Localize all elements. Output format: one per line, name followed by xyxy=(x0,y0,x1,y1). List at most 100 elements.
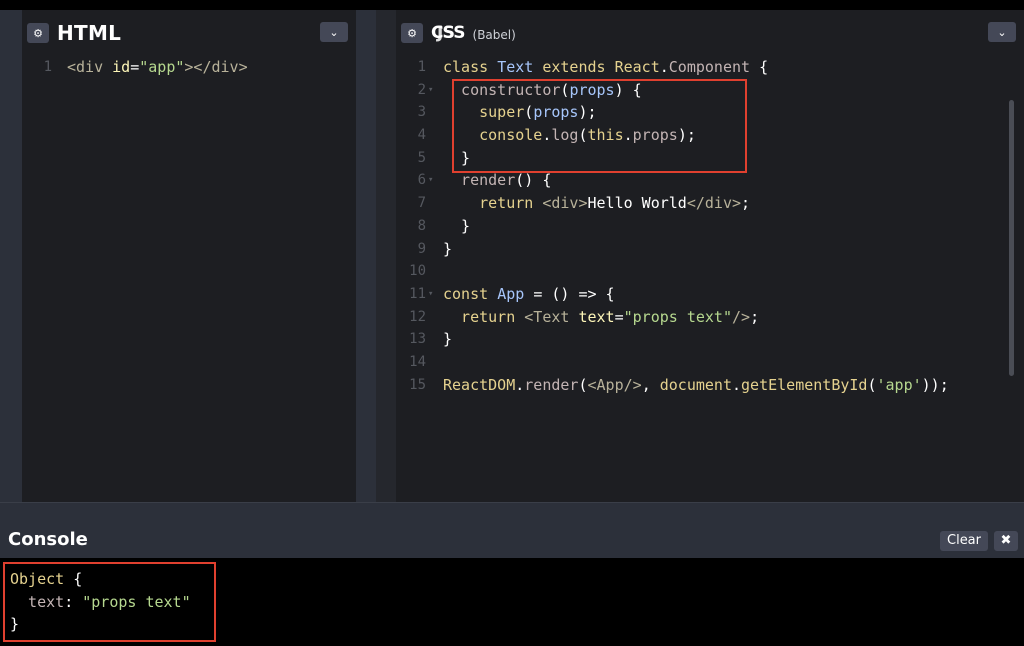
line-number: 2 xyxy=(417,81,426,98)
line-number: 11 xyxy=(409,285,426,302)
console-clear-button[interactable]: Clear xyxy=(940,531,988,551)
code-token: ); xyxy=(677,126,696,145)
code-text: ReactDOM.render(<App/>, document.getElem… xyxy=(443,374,949,397)
code-token: ( xyxy=(578,375,588,394)
code-line: 1 class Text extends React.Component { xyxy=(396,56,1016,79)
code-token: )); xyxy=(921,375,949,394)
code-token: <App/> xyxy=(587,375,642,394)
code-text: <div id="app"></div> xyxy=(67,56,248,79)
html-panel-chevron-down-icon[interactable]: ⌄ xyxy=(320,22,348,42)
js-settings-gear-icon[interactable]: ⚙ xyxy=(401,23,423,43)
fold-arrow-icon[interactable]: ▾ xyxy=(428,283,433,306)
code-line: 8 } xyxy=(396,215,1016,238)
code-token: class xyxy=(443,58,498,76)
code-token: document xyxy=(659,375,732,394)
code-line: 13} xyxy=(396,328,1016,351)
code-line: 3 super(props); xyxy=(396,101,1016,124)
code-token: props xyxy=(632,126,678,145)
code-token: = xyxy=(614,307,624,326)
fold-arrow-icon[interactable]: ▾ xyxy=(428,169,433,192)
line-number: 3 xyxy=(417,104,426,121)
js-panel-chevron-down-icon[interactable]: ⌄ xyxy=(988,22,1016,42)
code-token: return xyxy=(443,194,543,213)
html-settings-gear-icon[interactable]: ⚙ xyxy=(27,23,49,43)
line-number: 13 xyxy=(409,331,426,348)
code-text: } xyxy=(443,215,470,238)
code-token: </div> xyxy=(686,194,742,213)
line-number: 14 xyxy=(409,353,426,370)
code-line: 5 } xyxy=(396,147,1016,170)
html-gutter xyxy=(0,10,22,502)
code-token: . xyxy=(732,375,742,394)
code-text: return <div>Hello World</div>; xyxy=(443,192,750,215)
console-resizer[interactable] xyxy=(0,502,1024,523)
console-output: Object { text: "props text"} xyxy=(0,558,1024,646)
code-token: id xyxy=(112,58,131,76)
code-token: log xyxy=(551,126,579,145)
code-token: ; xyxy=(741,194,751,213)
line-number: 10 xyxy=(409,263,426,280)
panel-resizer[interactable] xyxy=(356,10,376,502)
code-token: { xyxy=(750,58,769,76)
code-token: , xyxy=(641,375,660,394)
code-token: App xyxy=(497,284,534,303)
code-token: constructor xyxy=(443,80,561,99)
code-line: 15 ReactDOM.render(<App/>, document.getEl… xyxy=(396,374,1016,397)
code-token: } xyxy=(443,148,471,167)
html-panel-header: ⚙ HTML ⌄ xyxy=(22,10,356,56)
code-token: } xyxy=(443,239,453,258)
code-text: } xyxy=(443,147,470,170)
code-token: getElementById xyxy=(741,375,868,394)
code-token: ReactDOM xyxy=(443,375,516,394)
code-token: <Text xyxy=(524,307,579,326)
code-token: console xyxy=(443,126,543,145)
code-token: = () => { xyxy=(533,284,615,303)
code-token: Component xyxy=(668,58,751,76)
line-number: 9 xyxy=(417,240,426,257)
code-line: 7 return <div>Hello World</div>; xyxy=(396,192,1016,215)
fold-arrow-icon[interactable]: ▾ xyxy=(428,79,433,102)
code-token: } xyxy=(10,615,20,633)
js-panel-title-js: JS xyxy=(437,23,455,43)
code-token: () { xyxy=(515,171,552,190)
code-token: . xyxy=(515,375,525,394)
code-token: ( xyxy=(578,126,588,145)
line-number: 6 xyxy=(417,172,426,189)
console-close-icon[interactable]: ✖ xyxy=(994,531,1018,551)
code-line: 12 return <Text text="props text"/>; xyxy=(396,306,1016,329)
js-panel-title: CSS JS xyxy=(431,23,466,43)
code-token: Text xyxy=(497,58,543,76)
code-line: 6 ▾ render() { xyxy=(396,169,1016,192)
line-number: 12 xyxy=(409,308,426,325)
code-token: Hello World xyxy=(587,194,687,213)
line-number: 15 xyxy=(409,376,426,393)
js-gutter xyxy=(376,10,396,502)
code-token: text xyxy=(10,592,65,611)
code-token: } xyxy=(443,216,471,235)
code-text: class Text extends React.Component { xyxy=(443,56,768,79)
line-number: 8 xyxy=(417,217,426,234)
code-token: props xyxy=(569,80,615,99)
code-token: ; xyxy=(750,307,760,326)
code-token: props xyxy=(533,103,579,122)
top-bar xyxy=(0,0,1024,10)
line-number: 5 xyxy=(417,149,426,166)
js-panel-subtitle: (Babel) xyxy=(472,28,516,42)
js-panel-header: ⚙ CSS JS (Babel) ⌄ xyxy=(396,10,1024,56)
code-token: render xyxy=(524,375,579,394)
code-text: const App = () => { xyxy=(443,283,615,306)
code-token: /> xyxy=(732,307,751,326)
console-title: Console xyxy=(8,529,88,550)
line-number: 1 xyxy=(417,59,426,75)
line-number: 1 xyxy=(43,59,52,75)
code-text: } xyxy=(443,328,452,351)
code-token: this xyxy=(587,126,624,145)
code-text: console.log(this.props); xyxy=(443,124,696,147)
code-line: 9} xyxy=(396,238,1016,261)
code-token: "app" xyxy=(139,58,185,76)
code-token: . xyxy=(623,126,633,145)
code-token: = xyxy=(130,58,140,76)
code-line: 10 xyxy=(396,260,1016,283)
code-token: render xyxy=(443,171,516,190)
code-token: ( xyxy=(524,103,534,122)
